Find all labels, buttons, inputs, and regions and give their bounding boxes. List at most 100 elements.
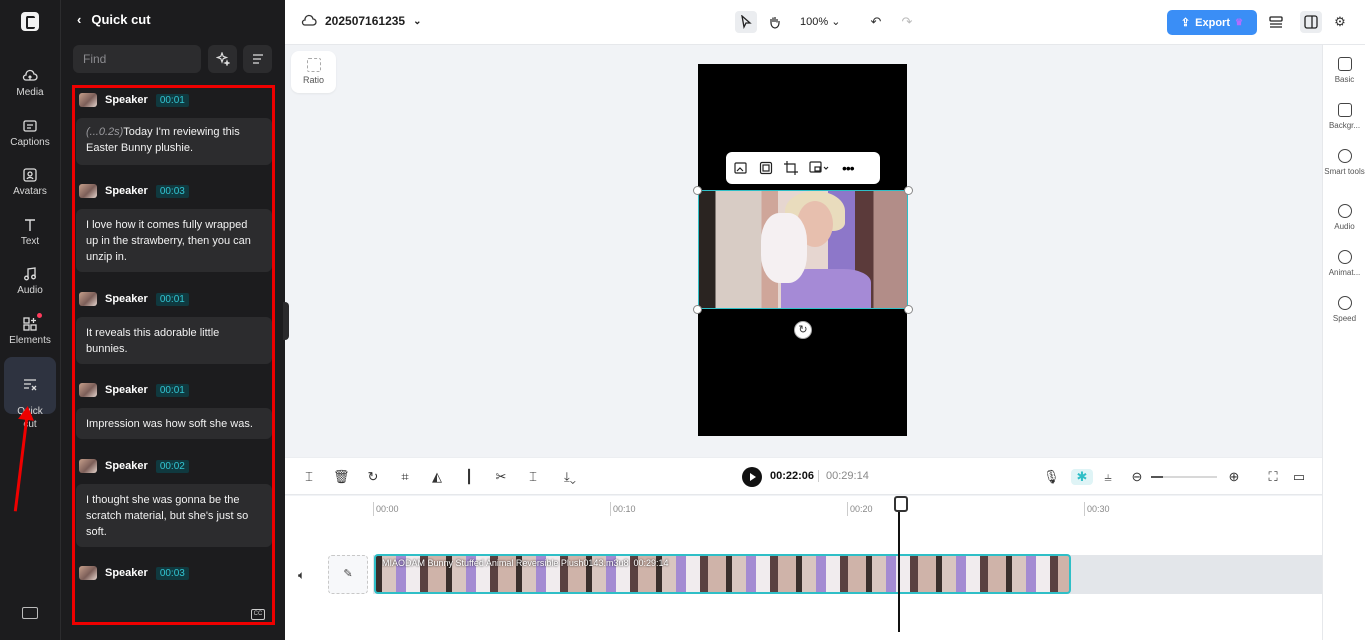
animation-tab[interactable]: Animat... bbox=[1323, 250, 1365, 277]
comment-icon[interactable]: ▭ bbox=[1291, 469, 1307, 485]
back-chevron-icon[interactable]: ‹ bbox=[77, 12, 81, 27]
resize-handle[interactable] bbox=[904, 186, 913, 195]
tab-label: Smart tools bbox=[1324, 167, 1365, 176]
smart-tools-tab[interactable]: Smart tools bbox=[1323, 149, 1365, 176]
rail-item-captions[interactable]: Captions bbox=[4, 112, 56, 162]
split-icon[interactable]: ⌶ bbox=[301, 469, 317, 485]
basic-icon bbox=[1337, 57, 1352, 71]
zoom-out-icon[interactable]: ⊖ bbox=[1129, 469, 1145, 485]
ruler-label: 00:00 bbox=[376, 504, 399, 514]
rotate-icon[interactable]: ↻ bbox=[794, 321, 812, 339]
undo-icon[interactable]: ↶ bbox=[865, 11, 887, 33]
segment-text: I love how it comes fully wrapped up in … bbox=[86, 219, 251, 263]
ratio-button[interactable]: Ratio bbox=[291, 51, 336, 93]
video-preview[interactable] bbox=[698, 190, 908, 309]
closed-captions-icon[interactable]: CC bbox=[251, 609, 265, 620]
music-note-icon bbox=[1337, 204, 1352, 218]
ruler-label: 00:20 bbox=[850, 504, 873, 514]
zoom-in-icon[interactable]: ⊕ bbox=[1226, 469, 1242, 485]
transcript-segment[interactable]: I thought she was gonna be the scratch m… bbox=[76, 484, 272, 547]
mirror-icon[interactable]: ◭ bbox=[429, 469, 445, 485]
timestamp-badge[interactable]: 00:02 bbox=[155, 459, 189, 473]
resize-handle[interactable] bbox=[693, 305, 702, 314]
cover-edit-button[interactable]: ✎ bbox=[328, 555, 368, 594]
export-button[interactable]: ⇪ Export ♛ bbox=[1167, 10, 1257, 35]
timeline-toolbar: ⌶ 🗑︎ ↻ ⌗ ◭ ┃ ✂ ⌶ ⤓⌄ 00:22:06 00:29:14 🎙︎… bbox=[285, 457, 1322, 495]
filter-menu-button[interactable] bbox=[243, 45, 272, 73]
capcut-logo-icon bbox=[21, 12, 39, 31]
speaker-row: Speaker 00:01 bbox=[79, 93, 189, 107]
current-time: 00:22:06 bbox=[770, 470, 815, 482]
timestamp-badge[interactable]: 00:03 bbox=[155, 184, 189, 198]
rail-item-media[interactable]: Media bbox=[4, 62, 56, 112]
fit-frame-icon[interactable] bbox=[759, 161, 775, 175]
delete-icon[interactable]: 🗑︎ bbox=[333, 469, 350, 485]
panel-layout-icon[interactable] bbox=[1300, 11, 1322, 33]
layers-icon[interactable] bbox=[1265, 11, 1287, 33]
resize-handle[interactable] bbox=[904, 305, 913, 314]
segment-text: I thought she was gonna be the scratch m… bbox=[86, 494, 249, 538]
timestamp-badge[interactable]: 00:01 bbox=[155, 292, 189, 306]
rail-item-audio[interactable]: Audio bbox=[4, 260, 56, 310]
avatar bbox=[79, 566, 97, 580]
keyboard-shortcuts-icon[interactable] bbox=[22, 607, 38, 619]
crop-icon[interactable] bbox=[784, 161, 800, 175]
speaker-name[interactable]: Speaker bbox=[105, 94, 148, 106]
play-button[interactable] bbox=[742, 467, 762, 487]
avatar bbox=[79, 93, 97, 107]
background-tab[interactable]: Backgr... bbox=[1323, 103, 1365, 130]
transcript-segment[interactable]: (...0.2s)Today I'm reviewing this Easter… bbox=[76, 118, 272, 165]
audio-tab[interactable]: Audio bbox=[1323, 204, 1365, 231]
hand-tool-icon[interactable] bbox=[763, 11, 785, 33]
transcript-segment[interactable]: I love how it comes fully wrapped up in … bbox=[76, 209, 272, 272]
fit-timeline-icon[interactable]: ⛶ bbox=[1265, 469, 1281, 485]
timestamp-badge[interactable]: 00:01 bbox=[155, 93, 189, 107]
replace-image-icon[interactable] bbox=[734, 161, 750, 175]
magnet-snap-icon[interactable]: ✱ bbox=[1071, 469, 1093, 485]
speaker-name[interactable]: Speaker bbox=[105, 293, 148, 305]
basic-tab[interactable]: Basic bbox=[1323, 57, 1365, 84]
rail-item-label: Captions bbox=[10, 137, 50, 148]
redo-icon[interactable]: ↷ bbox=[896, 11, 918, 33]
select-pointer-icon[interactable] bbox=[735, 11, 757, 33]
find-input[interactable] bbox=[73, 45, 201, 73]
panel-collapse-handle[interactable] bbox=[283, 302, 289, 340]
speed-tab[interactable]: Speed bbox=[1323, 296, 1365, 323]
resize-handle[interactable] bbox=[693, 186, 702, 195]
replay-icon[interactable]: ↻ bbox=[365, 469, 381, 485]
project-menu[interactable]: 202507161235 ⌄ bbox=[301, 14, 421, 28]
timestamp-badge[interactable]: 00:01 bbox=[155, 383, 189, 397]
picture-in-picture-icon[interactable] bbox=[809, 161, 829, 175]
timestamp-badge[interactable]: 00:03 bbox=[155, 566, 189, 580]
speaker-name[interactable]: Speaker bbox=[105, 460, 148, 472]
zoom-slider[interactable] bbox=[1151, 476, 1217, 478]
microphone-icon[interactable]: 🎙︎ bbox=[1043, 469, 1060, 485]
video-clip[interactable]: MIAODAM Bunny Stuffed Animal Reversible … bbox=[374, 554, 1071, 594]
more-options-icon[interactable]: ••• bbox=[842, 161, 858, 175]
zoom-dropdown[interactable]: 100% ⌄ bbox=[800, 15, 840, 28]
split-scene-icon[interactable]: ⫨ bbox=[1100, 469, 1116, 485]
insert-icon[interactable]: ⌶ bbox=[525, 469, 541, 485]
settings-gear-icon[interactable]: ⚙ bbox=[1329, 11, 1351, 33]
ruler-tick bbox=[610, 502, 611, 516]
rail-item-avatars[interactable]: Avatars bbox=[4, 161, 56, 211]
transcript-segment[interactable]: Impression was how soft she was. bbox=[76, 408, 272, 439]
download-icon[interactable]: ⤓⌄ bbox=[557, 469, 583, 485]
right-sidebar: Basic Backgr... Smart tools Audio Animat… bbox=[1322, 45, 1365, 640]
rail-item-text[interactable]: Text bbox=[4, 211, 56, 261]
speaker-name[interactable]: Speaker bbox=[105, 567, 148, 579]
rail-item-elements[interactable]: Elements bbox=[4, 310, 56, 360]
chevron-down-icon: ⌄ bbox=[413, 15, 422, 27]
speaker-name[interactable]: Speaker bbox=[105, 185, 148, 197]
transcript-segment[interactable]: It reveals this adorable little bunnies. bbox=[76, 317, 272, 364]
rail-item-label: Audio bbox=[17, 285, 43, 296]
pause-marker[interactable]: (...0.2s) bbox=[86, 126, 123, 138]
quick-cut-icon[interactable]: ✂ bbox=[493, 469, 509, 485]
avatar bbox=[79, 383, 97, 397]
crop-icon[interactable]: ⌗ bbox=[397, 469, 413, 485]
speaker-name[interactable]: Speaker bbox=[105, 384, 148, 396]
ai-sparkle-button[interactable] bbox=[208, 45, 237, 73]
track-mute-icon[interactable]: 🔈︎ bbox=[298, 568, 305, 583]
playhead[interactable] bbox=[894, 496, 908, 632]
freeze-icon[interactable]: ┃ bbox=[461, 469, 477, 485]
